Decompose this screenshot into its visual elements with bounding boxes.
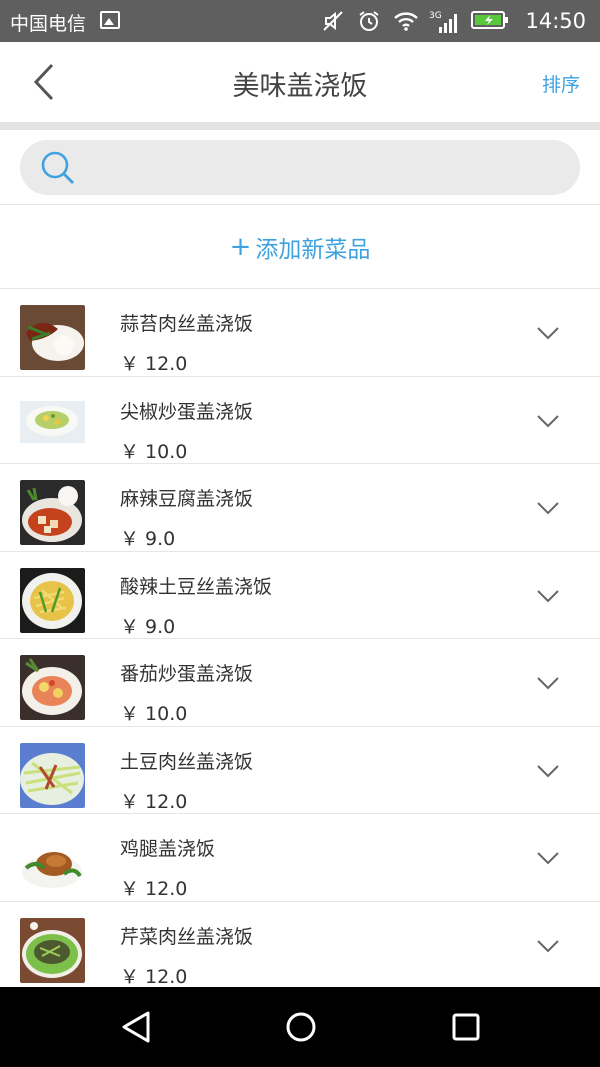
dish-thumbnail: [20, 480, 85, 545]
dish-list: 蒜苔肉丝盖浇饭 ￥ 12.0 尖椒炒蛋盖浇饭 ￥ 10.0 麻辣豆腐盖浇饭 ￥ …: [0, 289, 600, 987]
dish-name: 番茄炒蛋盖浇饭: [120, 663, 254, 685]
header-divider: [0, 122, 600, 130]
dish-name: 尖椒炒蛋盖浇饭: [120, 400, 254, 423]
list-item[interactable]: 鸡腿盖浇饭 ￥ 12.0: [0, 814, 600, 902]
navigation-bar: [0, 987, 600, 1067]
dish-price: ￥ 9.0: [120, 528, 176, 550]
chevron-down-icon[interactable]: [536, 413, 560, 429]
dish-price: ￥ 12.0: [120, 790, 188, 813]
add-new-dish-label: 添加新菜品: [255, 236, 371, 263]
nav-back-button[interactable]: [114, 1005, 158, 1049]
chevron-down-icon[interactable]: [536, 325, 560, 341]
list-item[interactable]: 酸辣土豆丝盖浇饭 ￥ 9.0: [0, 552, 600, 639]
square-recents-icon: [452, 1013, 480, 1041]
chevron-down-icon[interactable]: [536, 500, 560, 516]
chevron-down-icon[interactable]: [536, 588, 560, 604]
list-item[interactable]: 番茄炒蛋盖浇饭 ￥ 10.0: [0, 639, 600, 727]
dish-price: ￥ 12.0: [120, 353, 188, 375]
dish-price: ￥ 12.0: [120, 878, 188, 900]
chevron-down-icon[interactable]: [536, 850, 560, 866]
list-item[interactable]: 芹菜肉丝盖浇饭 ￥ 12.0: [0, 902, 600, 988]
status-icons: 3G 14:50: [321, 6, 586, 36]
dish-price: ￥ 9.0: [120, 615, 176, 638]
add-new-dish-button[interactable]: + 添加新菜品: [0, 205, 600, 289]
dish-price: ￥ 10.0: [120, 440, 188, 463]
dish-name: 土豆肉丝盖浇饭: [120, 750, 254, 773]
dish-name: 蒜苔肉丝盖浇饭: [120, 313, 254, 335]
circle-home-icon: [286, 1012, 316, 1042]
chevron-down-icon[interactable]: [536, 938, 560, 954]
signal-icon: 3G: [429, 9, 459, 33]
dish-thumbnail: [20, 655, 85, 720]
list-item[interactable]: 尖椒炒蛋盖浇饭 ￥ 10.0: [0, 377, 600, 464]
dish-thumbnail: [20, 917, 85, 983]
dish-name: 酸辣土豆丝盖浇饭: [120, 575, 273, 598]
dish-name: 鸡腿盖浇饭: [120, 838, 216, 860]
dish-thumbnail: [20, 392, 85, 458]
list-item[interactable]: 蒜苔肉丝盖浇饭 ￥ 12.0: [0, 289, 600, 377]
image-icon: [100, 11, 120, 29]
plus-icon: +: [229, 231, 252, 262]
status-bar: 中国电信 3G 14:50: [0, 0, 600, 42]
search-input[interactable]: [20, 140, 580, 195]
clock: 14:50: [525, 9, 586, 33]
chevron-down-icon[interactable]: [536, 763, 560, 779]
dish-thumbnail: [20, 830, 85, 895]
dish-price: ￥ 12.0: [120, 965, 188, 988]
dish-name: 芹菜肉丝盖浇饭: [120, 925, 254, 948]
sort-button[interactable]: 排序: [542, 70, 580, 97]
carrier-name: 中国电信: [10, 13, 87, 35]
battery-charging-icon: [471, 9, 509, 33]
alarm-icon: [357, 9, 381, 33]
page-title: 美味盖浇饭: [232, 71, 368, 102]
mute-icon: [321, 9, 345, 33]
wifi-icon: [393, 9, 419, 33]
dish-thumbnail: [20, 742, 85, 808]
dish-thumbnail: [20, 567, 85, 633]
triangle-back-icon: [122, 1011, 150, 1043]
dish-thumbnail: [20, 305, 85, 370]
nav-recents-button[interactable]: [444, 1005, 488, 1049]
app-header: 美味盖浇饭 排序: [0, 42, 600, 122]
network-type: 3G: [429, 11, 442, 21]
dish-name: 麻辣豆腐盖浇饭: [120, 488, 254, 510]
list-item[interactable]: 土豆肉丝盖浇饭 ￥ 12.0: [0, 727, 600, 814]
chevron-down-icon[interactable]: [536, 675, 560, 691]
nav-home-button[interactable]: [279, 1005, 323, 1049]
list-item[interactable]: 麻辣豆腐盖浇饭 ￥ 9.0: [0, 464, 600, 552]
dish-price: ￥ 10.0: [120, 703, 188, 725]
search-bar: [0, 130, 600, 205]
